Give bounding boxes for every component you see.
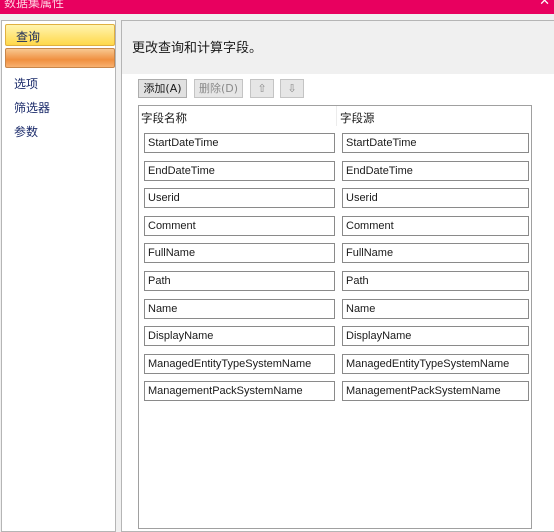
page-title: 更改查询和计算字段。 <box>132 41 263 56</box>
sidebar-item-label: 查询 <box>16 30 41 44</box>
column-header-field-source: 字段源 <box>340 111 375 125</box>
add-button[interactable]: 添加(A) <box>138 79 187 98</box>
field-name-input[interactable]: Name <box>144 298 335 319</box>
field-source-input[interactable]: FullName <box>342 243 529 264</box>
field-name-input[interactable]: EndDateTime <box>144 160 335 181</box>
field-source-input[interactable]: DisplayName <box>342 326 529 347</box>
move-up-button[interactable]: ⇧ <box>250 79 274 98</box>
sidebar-item-parameters[interactable]: 参数 <box>14 123 38 140</box>
arrow-down-icon: ⇩ <box>287 82 297 95</box>
column-header-field-name: 字段名称 <box>141 111 187 125</box>
column-divider <box>336 106 337 126</box>
field-source-input[interactable]: StartDateTime <box>342 133 529 153</box>
sidebar-item-fields[interactable] <box>5 48 115 68</box>
main-panel: 更改查询和计算字段。 添加(A) 删除(D) ⇧ ⇩ 字段名称 字段源 Star… <box>121 20 554 532</box>
move-down-button[interactable]: ⇩ <box>280 79 304 98</box>
fields-grid: 字段名称 字段源 StartDateTime StartDateTime EndDa… <box>138 105 532 529</box>
arrow-up-icon: ⇧ <box>257 82 267 95</box>
field-source-input[interactable]: Userid <box>342 188 529 209</box>
field-source-input[interactable]: Name <box>342 298 529 319</box>
field-source-input[interactable]: ManagedEntityTypeSystemName <box>342 353 529 374</box>
field-name-input[interactable]: ManagementPackSystemName <box>144 381 335 402</box>
title-bar: 数据集属性 ✕ <box>0 0 554 14</box>
close-icon[interactable]: ✕ <box>539 0 550 9</box>
field-source-input[interactable]: Path <box>342 271 529 291</box>
delete-button[interactable]: 删除(D) <box>194 79 243 98</box>
field-name-input[interactable]: StartDateTime <box>144 133 335 153</box>
field-name-input[interactable]: Comment <box>144 215 335 236</box>
sidebar-item-query[interactable]: 查询 <box>5 24 115 46</box>
sidebar: 查询 选项 筛选器 参数 <box>1 20 116 532</box>
sidebar-item-filters[interactable]: 筛选器 <box>14 99 50 116</box>
field-source-input[interactable]: Comment <box>342 215 529 236</box>
page-header: 更改查询和计算字段。 <box>122 21 554 74</box>
sidebar-item-options[interactable]: 选项 <box>14 75 38 92</box>
window-title: 数据集属性 <box>4 0 65 10</box>
field-name-input[interactable]: Userid <box>144 188 335 209</box>
field-name-input[interactable]: Path <box>144 271 335 291</box>
field-name-input[interactable]: FullName <box>144 243 335 264</box>
field-name-input[interactable]: ManagedEntityTypeSystemName <box>144 353 335 374</box>
field-name-input[interactable]: DisplayName <box>144 326 335 347</box>
field-source-input[interactable]: EndDateTime <box>342 160 529 181</box>
field-source-input[interactable]: ManagementPackSystemName <box>342 381 529 402</box>
